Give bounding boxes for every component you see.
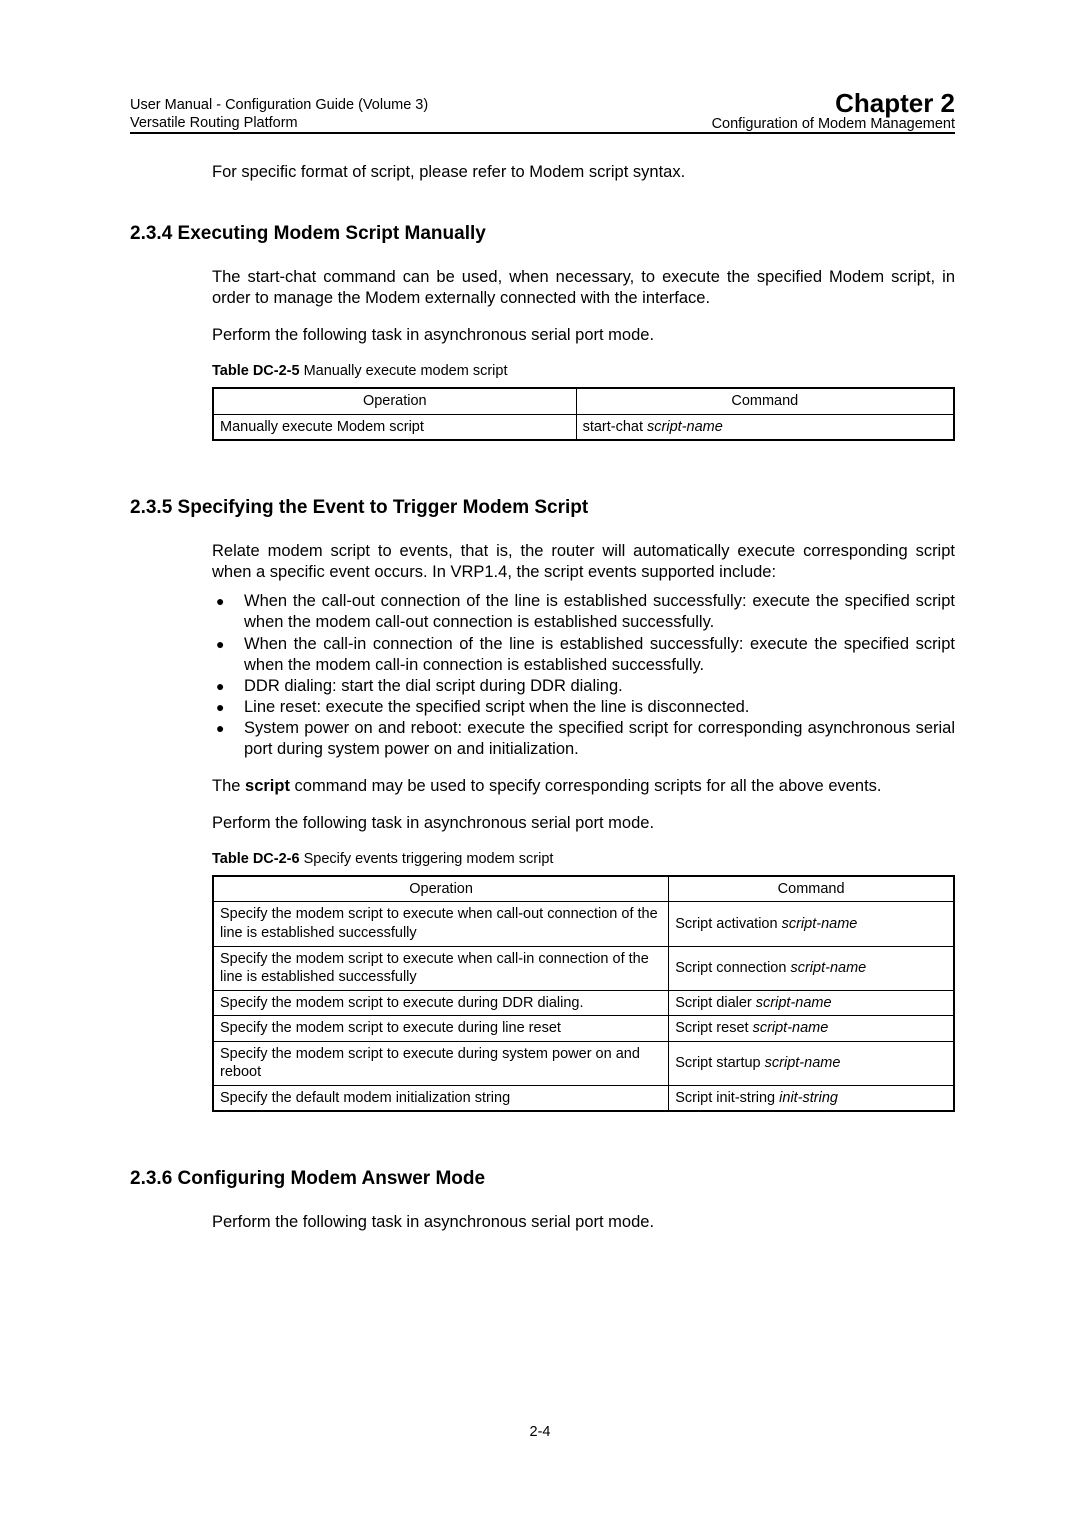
caption-rest: Manually execute modem script xyxy=(304,363,508,379)
cell-operation: Specify the modem script to execute duri… xyxy=(213,1041,669,1085)
p2-bold: script xyxy=(245,777,290,795)
cell-command: Script connection script-name xyxy=(669,946,954,990)
cell-command: Script reset script-name xyxy=(669,1016,954,1042)
table-row: Specify the modem script to execute duri… xyxy=(213,990,954,1016)
cmd-arg: script-name xyxy=(790,960,866,976)
sec235-p3: Perform the following task in asynchrono… xyxy=(212,813,955,834)
section-236-heading: 2.3.6 Configuring Modem Answer Mode xyxy=(130,1168,955,1190)
table-row: Specify the modem script to execute when… xyxy=(213,902,954,946)
cell-command: start-chat script-name xyxy=(576,414,954,440)
cell-command: Script init-string init-string xyxy=(669,1085,954,1111)
header-left: User Manual - Configuration Guide (Volum… xyxy=(130,96,428,132)
page-number: 2-4 xyxy=(0,1424,1080,1440)
sec235-p2: The script command may be used to specif… xyxy=(212,776,955,797)
col-operation-header: Operation xyxy=(213,876,669,902)
table-row: Specify the modem script to execute duri… xyxy=(213,1016,954,1042)
cell-command: Script startup script-name xyxy=(669,1041,954,1085)
col-command-header: Command xyxy=(576,388,954,414)
cmd-pre: Script startup xyxy=(675,1055,764,1071)
bullet-list: When the call-out connection of the line… xyxy=(212,591,955,760)
list-item: When the call-out connection of the line… xyxy=(212,591,955,633)
cmd-pre: Script reset xyxy=(675,1020,752,1036)
col-operation-header: Operation xyxy=(213,388,576,414)
list-item: Line reset: execute the specified script… xyxy=(212,697,955,718)
cell-operation: Specify the default modem initialization… xyxy=(213,1085,669,1111)
p2-pre: The xyxy=(212,777,245,795)
cmd-arg: script-name xyxy=(756,995,832,1011)
cell-command: Script dialer script-name xyxy=(669,990,954,1016)
cmd-arg: init-string xyxy=(779,1090,838,1106)
cell-operation: Specify the modem script to execute duri… xyxy=(213,990,669,1016)
cell-operation: Specify the modem script to execute when… xyxy=(213,946,669,990)
table-dc25-caption: Table DC-2-5 Manually execute modem scri… xyxy=(212,362,955,381)
cmd-pre: Script activation xyxy=(675,916,781,932)
caption-rest: Specify events triggering modem script xyxy=(304,851,554,867)
header-left-line1: User Manual - Configuration Guide (Volum… xyxy=(130,96,428,114)
header-left-line2: Versatile Routing Platform xyxy=(130,114,428,132)
header-right: Chapter 2 Configuration of Modem Managem… xyxy=(712,90,955,132)
table-row: Specify the modem script to execute when… xyxy=(213,946,954,990)
table-dc26: Operation Command Specify the modem scri… xyxy=(212,875,955,1112)
cell-operation: Specify the modem script to execute when… xyxy=(213,902,669,946)
page-header: User Manual - Configuration Guide (Volum… xyxy=(130,90,955,134)
sec234-p1: The start-chat command can be used, when… xyxy=(212,267,955,309)
cmd-arg: script-name xyxy=(647,419,723,435)
cell-command: Script activation script-name xyxy=(669,902,954,946)
caption-prefix: Table DC-2-6 xyxy=(212,851,304,867)
caption-prefix: Table DC-2-5 xyxy=(212,363,304,379)
col-command-header: Command xyxy=(669,876,954,902)
chapter-title: Chapter 2 xyxy=(712,90,955,116)
sec234-p2: Perform the following task in asynchrono… xyxy=(212,325,955,346)
section-235-heading: 2.3.5 Specifying the Event to Trigger Mo… xyxy=(130,497,955,519)
intro-paragraph: For specific format of script, please re… xyxy=(212,162,955,183)
sec235-p1: Relate modem script to events, that is, … xyxy=(212,541,955,583)
table-dc26-caption: Table DC-2-6 Specify events triggering m… xyxy=(212,850,955,869)
list-item: System power on and reboot: execute the … xyxy=(212,718,955,760)
cmd-pre: Script connection xyxy=(675,960,790,976)
cmd-pre: start-chat xyxy=(583,419,647,435)
chapter-subtitle: Configuration of Modem Management xyxy=(712,116,955,132)
cmd-pre: Script init-string xyxy=(675,1090,779,1106)
table-row: Specify the default modem initialization… xyxy=(213,1085,954,1111)
p2-post: command may be used to specify correspon… xyxy=(290,777,882,795)
cmd-pre: Script dialer xyxy=(675,995,756,1011)
cmd-arg: script-name xyxy=(782,916,858,932)
cell-operation: Manually execute Modem script xyxy=(213,414,576,440)
cmd-arg: script-name xyxy=(765,1055,841,1071)
sec236-p1: Perform the following task in asynchrono… xyxy=(212,1212,955,1233)
table-row: Manually execute Modem script start-chat… xyxy=(213,414,954,440)
table-row: Operation Command xyxy=(213,388,954,414)
list-item: When the call-in connection of the line … xyxy=(212,634,955,676)
table-dc25: Operation Command Manually execute Modem… xyxy=(212,387,955,441)
table-row: Operation Command xyxy=(213,876,954,902)
table-row: Specify the modem script to execute duri… xyxy=(213,1041,954,1085)
list-item: DDR dialing: start the dial script durin… xyxy=(212,676,955,697)
cell-operation: Specify the modem script to execute duri… xyxy=(213,1016,669,1042)
cmd-arg: script-name xyxy=(753,1020,829,1036)
section-234-heading: 2.3.4 Executing Modem Script Manually xyxy=(130,223,955,245)
